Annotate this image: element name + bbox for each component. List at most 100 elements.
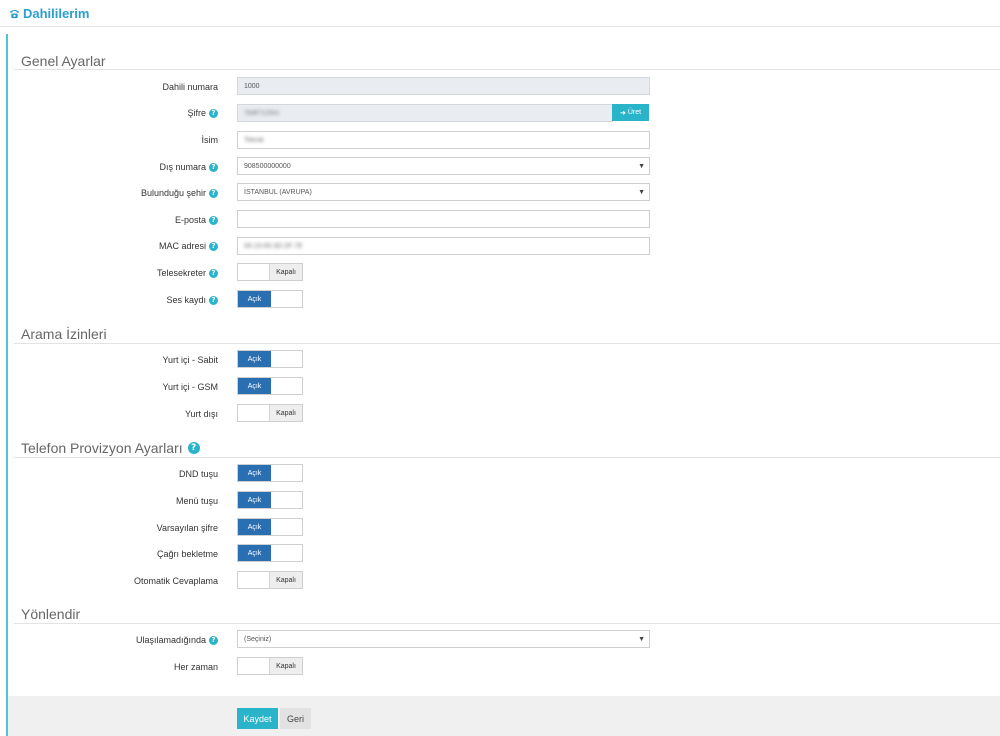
name-input[interactable]: Teknik (237, 131, 650, 149)
caret-down-icon: ▼ (638, 636, 645, 643)
auto-answer-label: Otomatik Cevaplama (134, 576, 218, 586)
toggle-state: Açık (238, 465, 271, 481)
unreachable-select[interactable]: (Seçiniz) ▼ (237, 630, 650, 648)
help-icon[interactable]: ? (209, 215, 218, 225)
help-icon[interactable]: ? (209, 188, 218, 198)
unreachable-label-text: Ulaşılamadığında (135, 635, 206, 645)
section-title-permissions: Arama İzinleri (21, 326, 107, 342)
extension-field: 1000 (237, 77, 650, 95)
help-icon[interactable]: ? (187, 442, 200, 454)
toggle-state: Açık (238, 492, 271, 508)
always-label-text: Her zaman (173, 662, 218, 672)
help-icon[interactable]: ? (209, 162, 218, 172)
caret-down-icon: ▼ (638, 163, 645, 170)
landline-label: Yurt içi - Sabit (162, 355, 218, 365)
toggle-state: Açık (238, 351, 271, 367)
help-icon[interactable]: ? (209, 295, 218, 305)
section-title-provisioning: Telefon Provizyon Ayarları? (21, 440, 200, 456)
generate-label: Üret (627, 109, 642, 116)
page-title: Dahililerim (9, 6, 89, 21)
name-value: Teknik (244, 136, 264, 144)
call-waiting-toggle[interactable]: Açık (237, 544, 303, 562)
toggle-state: Açık (238, 291, 271, 307)
recording-label: Ses kaydı? (166, 295, 218, 305)
help-icon[interactable]: ? (209, 268, 218, 278)
voicemail-toggle[interactable]: Kapalı (237, 263, 303, 281)
gsm-label-text: Yurt içi - GSM (162, 382, 218, 392)
divider (14, 343, 1000, 344)
mac-input[interactable]: 00:15:65:3D:2F:7E (237, 237, 650, 255)
unreachable-label: Ulaşılamadığında? (136, 635, 218, 645)
name-label: İsim (202, 135, 219, 145)
email-input[interactable] (237, 210, 650, 228)
landline-label-text: Yurt içi - Sabit (162, 355, 218, 365)
always-toggle[interactable]: Kapalı (237, 657, 303, 675)
email-label: E-posta? (175, 215, 218, 225)
section-title-provisioning-text: Telefon Provizyon Ayarları (21, 440, 183, 456)
toggle-state: Açık (238, 378, 271, 394)
password-value: 7b9f7120m (244, 109, 280, 117)
password-label: Şifre? (187, 108, 218, 118)
top-bar: Dahililerim (0, 0, 1000, 27)
caret-down-icon: ▼ (638, 189, 645, 196)
extension-label-text: Dahili numara (162, 82, 218, 92)
default-password-label-text: Varsayılan şifre (156, 523, 218, 533)
international-toggle[interactable]: Kapalı (237, 404, 303, 422)
help-icon[interactable]: ? (209, 635, 218, 645)
menu-key-toggle[interactable]: Açık (237, 491, 303, 509)
toggle-state: Kapalı (269, 264, 302, 280)
email-label-text: E-posta (174, 215, 206, 225)
international-label: Yurt dışı (185, 409, 218, 419)
form-footer: Kaydet Geri (8, 696, 1000, 736)
section-title-permissions-text: Arama İzinleri (21, 326, 107, 342)
password-label-text: Şifre (187, 108, 206, 118)
section-title-redirect: Yönlendir (21, 606, 80, 622)
toggle-state: Kapalı (269, 405, 302, 421)
external-number-label: Dış numara? (159, 162, 218, 172)
external-number-value: 908500000000 (244, 162, 291, 170)
toggle-state: Kapalı (269, 572, 302, 588)
section-title-general-text: Genel Ayarlar (21, 53, 106, 69)
recording-toggle[interactable]: Açık (237, 290, 303, 308)
city-select[interactable]: İSTANBUL (AVRUPA) ▼ (237, 183, 650, 201)
call-waiting-label-text: Çağrı bekletme (156, 549, 218, 559)
international-label-text: Yurt dışı (184, 409, 218, 419)
always-label: Her zaman (174, 662, 218, 672)
unreachable-value: (Seçiniz) (244, 635, 272, 643)
toggle-state: Açık (238, 545, 271, 561)
mac-label: MAC adresi? (159, 241, 218, 251)
generate-password-button[interactable]: ➜ Üret (612, 104, 649, 121)
default-password-toggle[interactable]: Açık (237, 518, 303, 536)
extension-label: Dahili numara (162, 82, 218, 92)
city-label-text: Bulunduğu şehir (140, 188, 206, 198)
default-password-label: Varsayılan şifre (157, 523, 218, 533)
divider (14, 457, 1000, 458)
dnd-toggle[interactable]: Açık (237, 464, 303, 482)
dnd-label-text: DND tuşu (178, 469, 218, 479)
menu-key-label-text: Menü tuşu (175, 496, 218, 506)
city-label: Bulunduğu şehir? (141, 188, 218, 198)
save-button[interactable]: Kaydet (237, 708, 278, 729)
city-value: İSTANBUL (AVRUPA) (244, 188, 312, 196)
back-button[interactable]: Geri (280, 708, 311, 729)
external-number-label-text: Dış numara (159, 162, 206, 172)
help-icon[interactable]: ? (209, 108, 218, 118)
gsm-label: Yurt içi - GSM (162, 382, 218, 392)
divider (14, 623, 1000, 624)
gsm-toggle[interactable]: Açık (237, 377, 303, 395)
external-number-select[interactable]: 908500000000 ▼ (237, 157, 650, 175)
section-title-general: Genel Ayarlar (21, 53, 106, 69)
mac-label-text: MAC adresi (158, 241, 206, 251)
auto-answer-toggle[interactable]: Kapalı (237, 571, 303, 589)
voicemail-label: Telesekreter? (157, 268, 218, 278)
dnd-label: DND tuşu (179, 469, 218, 479)
page-title-text: Dahililerim (23, 6, 90, 21)
password-field: 7b9f7120m (237, 104, 613, 122)
auto-answer-label-text: Otomatik Cevaplama (133, 576, 218, 586)
arrow-left-icon: ➜ (619, 109, 626, 117)
mac-value: 00:15:65:3D:2F:7E (244, 242, 303, 250)
toggle-state: Kapalı (269, 658, 302, 674)
help-icon[interactable]: ? (209, 241, 218, 251)
voicemail-label-text: Telesekreter (156, 268, 206, 278)
landline-toggle[interactable]: Açık (237, 350, 303, 368)
